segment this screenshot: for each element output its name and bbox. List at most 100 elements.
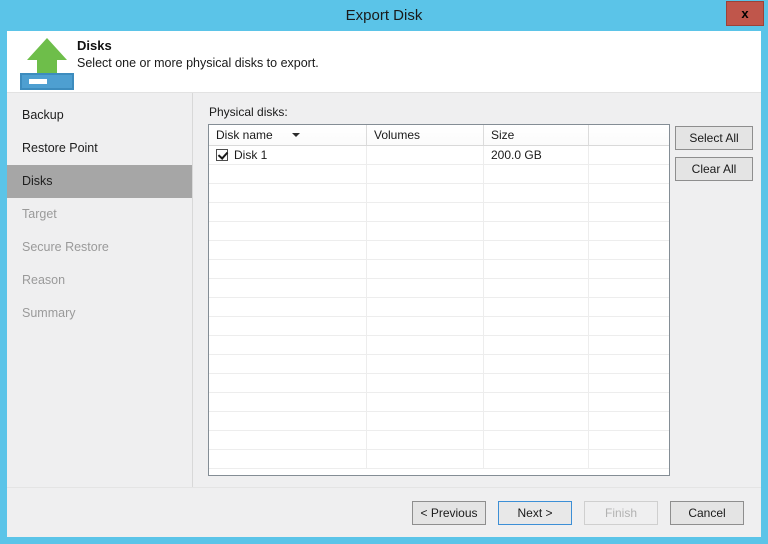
column-header-extra[interactable] [589,125,669,145]
next-button[interactable]: Next > [498,501,572,525]
cell-empty [209,336,367,354]
cell-empty [589,431,669,449]
clear-all-button[interactable]: Clear All [675,157,753,181]
row-checkbox[interactable] [216,149,228,161]
wizard-steps-sidebar: Backup Restore Point Disks Target Secure… [7,93,193,487]
cell-empty [484,317,589,335]
table-row-empty [209,279,669,298]
physical-disks-label: Physical disks: [209,105,288,119]
cell-volumes [367,146,484,164]
cell-empty [367,431,484,449]
table-header-row: Disk name Volumes Size [209,125,669,146]
sidebar-item-secure-restore[interactable]: Secure Restore [7,231,192,264]
cell-disk-name: Disk 1 [209,146,367,164]
cell-empty [484,222,589,240]
cell-empty [209,393,367,411]
cancel-button[interactable]: Cancel [670,501,744,525]
cell-empty [484,450,589,468]
table-row-empty [209,184,669,203]
cell-empty [589,298,669,316]
cell-empty [367,317,484,335]
cell-empty [367,450,484,468]
cell-empty [367,184,484,202]
cell-empty [589,165,669,183]
dialog-body: Backup Restore Point Disks Target Secure… [7,93,761,487]
table-row-empty [209,412,669,431]
cell-empty [484,374,589,392]
table-row-empty [209,450,669,469]
cell-empty [367,241,484,259]
cell-empty [209,184,367,202]
cell-empty [589,222,669,240]
sidebar-item-restore-point[interactable]: Restore Point [7,132,192,165]
cell-empty [209,165,367,183]
cell-empty [209,450,367,468]
cell-empty [209,317,367,335]
cell-empty [484,298,589,316]
column-header-size[interactable]: Size [484,125,589,145]
cell-empty [209,431,367,449]
table-row-empty [209,317,669,336]
cell-empty [484,184,589,202]
cell-empty [589,412,669,430]
physical-disks-table: Disk name Volumes Size Disk 1 200.0 GB [208,124,670,476]
sidebar-item-target[interactable]: Target [7,198,192,231]
select-all-button[interactable]: Select All [675,126,753,150]
table-row-empty [209,431,669,450]
cell-empty [589,184,669,202]
dialog-footer: < Previous Next > Finish Cancel [7,487,761,537]
cell-empty [484,431,589,449]
table-row-empty [209,260,669,279]
window-title: Export Disk [345,7,423,24]
title-bar: Export Disk x [0,0,768,31]
cell-empty [367,393,484,411]
cell-empty [367,203,484,221]
sort-descending-icon [292,133,300,137]
column-header-disk-name-label: Disk name [216,128,273,142]
cell-size: 200.0 GB [484,146,589,164]
cell-empty [209,279,367,297]
cell-empty [484,355,589,373]
disks-pane: Physical disks: Disk name Volumes Size D… [193,93,761,487]
export-disk-dialog: Export Disk x Disks Select one or more p… [0,0,768,544]
previous-button[interactable]: < Previous [412,501,486,525]
cell-empty [589,279,669,297]
sidebar-item-reason[interactable]: Reason [7,264,192,297]
cell-empty [589,203,669,221]
cell-empty [589,317,669,335]
sidebar-item-summary[interactable]: Summary [7,297,192,330]
table-row[interactable]: Disk 1 200.0 GB [209,146,669,165]
finish-button: Finish [584,501,658,525]
cell-empty [209,298,367,316]
cell-empty [367,336,484,354]
cell-empty [589,355,669,373]
page-title: Disks [77,38,112,53]
column-header-volumes[interactable]: Volumes [367,125,484,145]
table-row-empty [209,374,669,393]
cell-empty [484,241,589,259]
table-row-empty [209,203,669,222]
cell-empty [367,298,484,316]
cell-extra [589,146,669,164]
table-row-empty [209,241,669,260]
cell-empty [367,355,484,373]
cell-empty [367,260,484,278]
cell-empty [484,279,589,297]
sidebar-item-disks[interactable]: Disks [7,165,192,198]
export-disk-icon [19,36,77,90]
cell-empty [367,412,484,430]
cell-empty [367,165,484,183]
dialog-client-area: Disks Select one or more physical disks … [7,31,761,537]
cell-empty [209,374,367,392]
cell-empty [589,260,669,278]
cell-empty [209,412,367,430]
cell-empty [367,374,484,392]
close-icon[interactable]: x [726,1,764,26]
sidebar-item-backup[interactable]: Backup [7,99,192,132]
cell-empty [589,336,669,354]
cell-empty [367,279,484,297]
column-header-disk-name[interactable]: Disk name [209,125,367,145]
cell-empty [209,203,367,221]
wizard-header: Disks Select one or more physical disks … [7,31,761,93]
page-subtitle: Select one or more physical disks to exp… [77,56,319,70]
